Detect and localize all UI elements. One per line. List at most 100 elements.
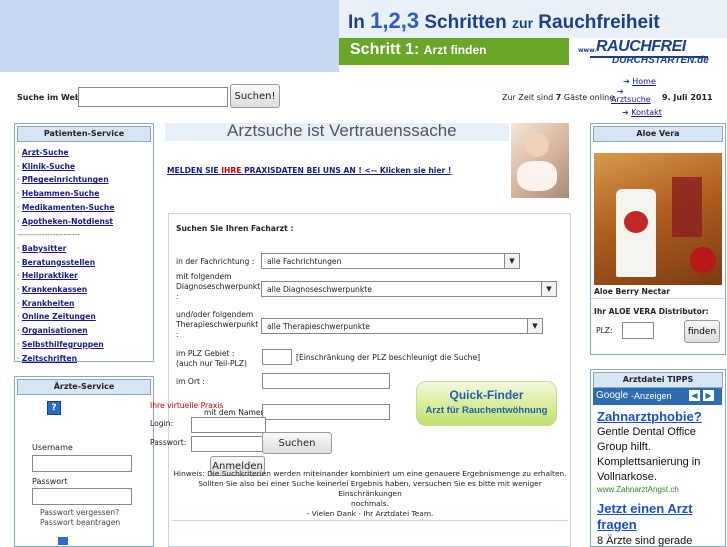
step-text[interactable]: Schritt 1: Arzt finden xyxy=(350,41,486,59)
login-input[interactable] xyxy=(191,417,266,433)
register-practice-anchor[interactable]: MELDEN SIE IHRE PRAXISDATEN BEI UNS AN !… xyxy=(167,166,451,175)
therapie-value: alle Therapieschwerpunkte xyxy=(267,322,370,331)
quick-finder-button[interactable]: Quick-Finder Arzt für Rauchentwöhnung xyxy=(416,381,557,426)
patienten-link[interactable]: Heilpraktiker xyxy=(22,271,78,280)
nav-kontakt-link[interactable]: Kontakt xyxy=(631,108,662,117)
fachrichtung-value: alle Fachrichtungen xyxy=(267,257,342,266)
patienten-service-title: Patienten-Service xyxy=(17,126,151,142)
ad1-url[interactable]: www.ZahnarztAngst.ch xyxy=(597,485,679,494)
patienten-link[interactable]: Hebammen-Suche xyxy=(22,189,100,198)
register-practice-link[interactable]: MELDEN SIE IHRE PRAXISDATEN BEI UNS AN !… xyxy=(167,166,451,175)
list-item[interactable]: · Heilpraktiker xyxy=(17,269,115,283)
help-icon[interactable]: ? xyxy=(47,401,61,415)
list-item[interactable]: · Apotheken-Notdienst xyxy=(17,215,115,229)
patienten-link[interactable]: Apotheken-Notdienst xyxy=(22,217,113,226)
patienten-link[interactable]: Zeitschriften xyxy=(22,354,77,363)
search-submit-button[interactable]: Suchen xyxy=(262,432,332,454)
patienten-link[interactable]: Krankenkassen xyxy=(22,285,87,294)
aloe-product-photo[interactable] xyxy=(594,153,722,285)
google-ads-bar[interactable]: Google -Anzeigen ◀ ▶ xyxy=(593,388,722,405)
web-search-button[interactable]: Suchen! xyxy=(230,84,280,108)
ad2-title[interactable]: Jetzt einen Arzt fragen xyxy=(597,501,723,533)
nav-kontakt[interactable]: ➔ Kontakt xyxy=(622,108,662,117)
list-item[interactable]: · Babysitter xyxy=(17,242,115,256)
web-search-label: Suche im Web: xyxy=(17,93,84,102)
aloe-find-button[interactable]: finden xyxy=(684,320,720,343)
list-item[interactable]: · Selbsthilfegruppen xyxy=(17,338,115,352)
plz-input[interactable] xyxy=(262,349,292,365)
virtual-practice-label: Ihre virtuelle Praxis xyxy=(150,401,224,410)
patienten-link[interactable]: Klinik-Suche xyxy=(22,162,75,171)
login-password-label: Passwort: xyxy=(150,438,187,447)
search-hint: Hinweis: Die Suchkriterien werden mitein… xyxy=(172,469,568,519)
list-item[interactable]: · Krankenkassen xyxy=(17,283,115,297)
chevron-down-icon: ▼ xyxy=(527,319,542,333)
list-item[interactable]: · Klinik-Suche xyxy=(17,160,115,174)
list-item[interactable]: · Organisationen xyxy=(17,324,115,338)
list-item[interactable]: · Krankheiten xyxy=(17,297,115,311)
logo-www: www. xyxy=(578,47,597,54)
list-item[interactable]: · Hebammen-Suche xyxy=(17,187,115,201)
nav-arztsuche[interactable]: Arztsuche xyxy=(611,95,651,104)
username-input[interactable] xyxy=(32,455,132,472)
arrow-right-icon: ➔ xyxy=(622,108,629,117)
ad1-text: Gentle Dental Office Group hilft. Komple… xyxy=(597,426,701,483)
plz-label: im PLZ Gebiet : xyxy=(176,349,235,358)
patienten-link[interactable]: Online Zeitungen xyxy=(22,312,96,321)
chevron-right-icon[interactable]: ▶ xyxy=(703,390,714,401)
arzte-service-title: Ärzte-Service xyxy=(17,379,151,395)
step-action: Arzt finden xyxy=(423,43,487,57)
headline-pre: In xyxy=(348,12,371,33)
current-date: 9. Juli 2011 xyxy=(662,93,713,102)
patienten-link[interactable]: Medikamenten-Suche xyxy=(22,203,115,212)
list-item[interactable]: · Zeitschriften xyxy=(17,352,115,366)
patienten-link[interactable]: Krankheiten xyxy=(22,299,75,308)
guests-pre: Zur Zeit sind xyxy=(502,93,556,102)
nav-home-link[interactable]: Home xyxy=(632,77,656,86)
ort-input[interactable] xyxy=(262,373,390,389)
request-password-link[interactable]: Passwort beantragen xyxy=(40,518,120,527)
login-password-input[interactable] xyxy=(191,436,266,452)
fachrichtung-select[interactable]: alle Fachrichtungen ▼ xyxy=(261,253,520,269)
aloe-vera-title: Aloe Vera xyxy=(593,126,723,142)
patienten-link[interactable]: Arzt-Suche xyxy=(22,148,69,157)
web-search-input[interactable] xyxy=(78,87,228,107)
rauchfrei-logo[interactable]: RAUCHFREI xyxy=(596,38,686,56)
aloe-caption: Aloe Berry Nectar xyxy=(594,287,671,296)
forgot-password-link[interactable]: Passwort vergessen? xyxy=(40,508,119,517)
patienten-link[interactable]: Beratungsstellen xyxy=(22,258,95,267)
divider xyxy=(172,520,568,521)
nav-arztsuche-link[interactable]: Arztsuche xyxy=(611,95,651,104)
list-separator: ----------------------- xyxy=(17,230,81,240)
headline-mid: Schritten xyxy=(419,12,513,33)
list-item[interactable]: · Arzt-Suche xyxy=(17,146,115,160)
name-input[interactable] xyxy=(262,404,390,420)
patienten-link[interactable]: Organisationen xyxy=(22,326,88,335)
help-icon[interactable] xyxy=(58,537,68,545)
therapie-label: und/oder folgendem Therapieschwerpunkt : xyxy=(176,310,259,339)
password-input[interactable] xyxy=(32,488,132,505)
patienten-link[interactable]: Pflegeeinrichtungen xyxy=(22,175,109,184)
banner-headline[interactable]: In 1,2,3 Schritten zur Rauchfreiheit xyxy=(348,8,660,34)
chevron-down-icon: ▼ xyxy=(541,282,556,296)
diagnose-label: mit folgendem Diagnoseschwerpunkt : xyxy=(176,272,261,301)
chevron-left-icon[interactable]: ◀ xyxy=(689,390,700,401)
page-title: Arztsuche ist Vertrauenssache xyxy=(227,121,457,140)
tipps-title: Arztdatei TIPPS xyxy=(593,372,723,388)
ort-label: im Ort : xyxy=(176,377,205,386)
therapie-select[interactable]: alle Therapieschwerpunkte ▼ xyxy=(261,318,543,334)
logo-underline xyxy=(590,56,708,58)
list-item[interactable]: · Medikamenten-Suche xyxy=(17,201,115,215)
aloe-plz-label: PLZ: xyxy=(596,326,613,335)
aloe-plz-input[interactable] xyxy=(622,322,654,339)
list-item[interactable]: · Online Zeitungen xyxy=(17,310,115,324)
patienten-link[interactable]: Babysitter xyxy=(22,244,67,253)
list-item[interactable]: · Beratungsstellen xyxy=(17,256,115,270)
patienten-link[interactable]: Selbsthilfegruppen xyxy=(22,340,104,349)
hint-line: Sollten Sie also bei einer Suche keinerl… xyxy=(198,479,542,498)
diagnose-select[interactable]: alle Diagnoseschwerpunkte ▼ xyxy=(261,281,557,297)
list-item[interactable]: · Pflegeeinrichtungen xyxy=(17,173,115,187)
nav-home[interactable]: ➔ Home xyxy=(623,77,656,86)
ad1-title[interactable]: Zahnarztphobie? xyxy=(597,409,702,424)
password-label: Passwort xyxy=(32,477,68,486)
